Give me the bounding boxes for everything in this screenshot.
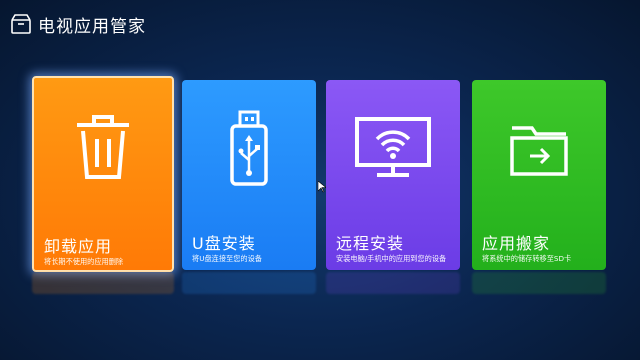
move-apps-tile[interactable]: 应用搬家 将系统中的储存转移至SD卡 xyxy=(472,80,606,270)
tile-description: 将系统中的储存转移至SD卡 xyxy=(482,254,572,263)
tile-description: 安装电脑/手机中的应用到您的设备 xyxy=(336,254,447,263)
tile-description: 将长期不使用的应用删除 xyxy=(44,257,124,266)
tile-title: 应用搬家 xyxy=(482,234,551,253)
tile-reflection xyxy=(472,272,606,294)
tile-title: 远程安装 xyxy=(336,234,405,253)
remote-install-tile[interactable]: 远程安装 安装电脑/手机中的应用到您的设备 xyxy=(326,80,460,270)
wifi-monitor-icon xyxy=(326,100,460,195)
trash-icon xyxy=(34,98,172,193)
folder-move-icon xyxy=(472,100,606,195)
tv-box-icon xyxy=(10,13,32,35)
tile-reflection xyxy=(182,272,316,294)
usb-install-tile[interactable]: U盘安装 将U盘连接至您的设备 xyxy=(182,80,316,270)
tile-reflection xyxy=(326,272,460,294)
uninstall-apps-tile[interactable]: 卸载应用 将长期不使用的应用删除 xyxy=(32,76,174,272)
app-title: 电视应用管家 xyxy=(38,16,146,37)
mouse-cursor-icon xyxy=(317,178,327,193)
usb-drive-icon xyxy=(182,100,316,195)
tile-description: 将U盘连接至您的设备 xyxy=(192,254,262,263)
tile-title: U盘安装 xyxy=(192,234,256,253)
tile-title: 卸载应用 xyxy=(44,237,113,256)
app-header: 电视应用管家 xyxy=(10,10,146,38)
tile-reflection xyxy=(32,272,174,294)
